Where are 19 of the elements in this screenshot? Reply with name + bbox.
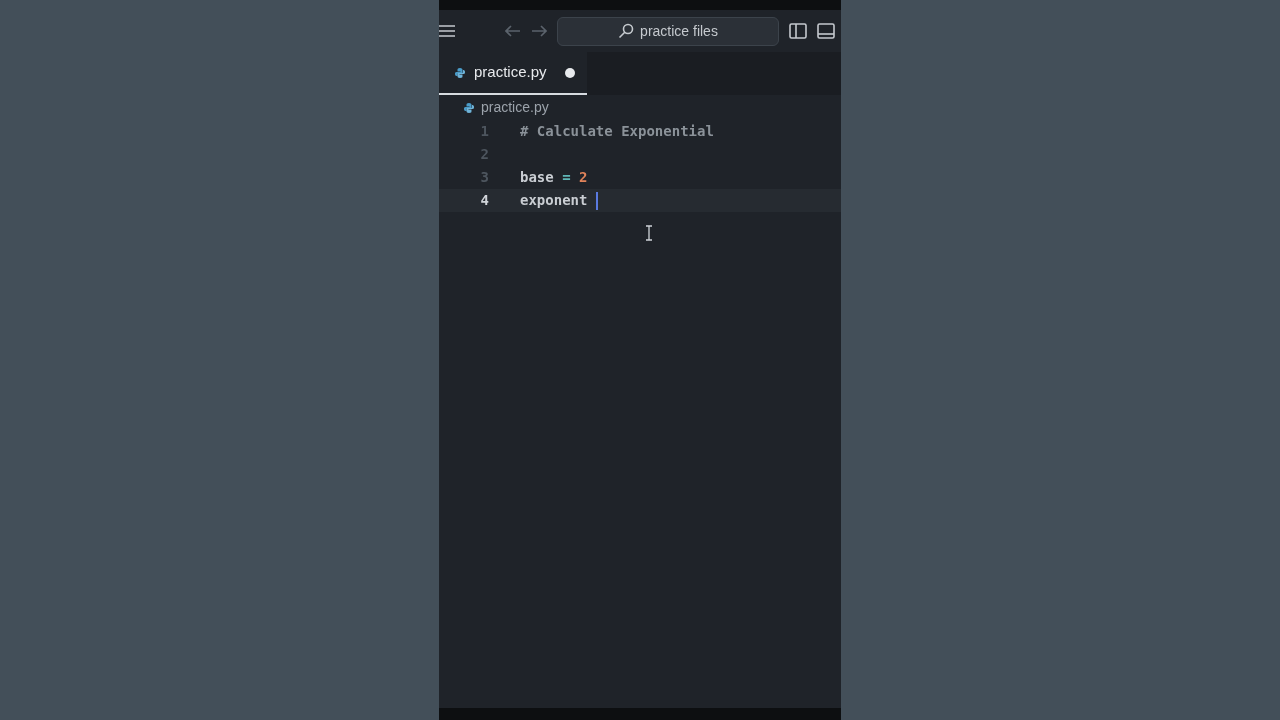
python-icon <box>454 66 466 79</box>
panel-toggle-icon[interactable] <box>817 23 835 39</box>
code-identifier: exponent <box>520 191 589 210</box>
line-number: 4 <box>479 191 489 210</box>
code-operator: = <box>561 168 572 187</box>
text-cursor-icon <box>645 224 653 241</box>
sidebar-toggle-icon[interactable] <box>789 23 807 39</box>
menu-icon[interactable] <box>439 25 455 37</box>
breadcrumb-file[interactable]: practice.py <box>481 97 549 118</box>
editor-tab[interactable]: practice.py <box>439 52 587 95</box>
text-cursor <box>595 191 598 210</box>
code-comment: # Calculate Exponential <box>520 122 714 141</box>
code-identifier: base <box>520 168 554 187</box>
forward-arrow-icon[interactable] <box>531 25 547 37</box>
code-number: 2 <box>579 168 588 187</box>
search-icon <box>618 23 635 39</box>
back-arrow-icon[interactable] <box>505 25 521 37</box>
python-icon <box>463 101 475 114</box>
search-field[interactable]: practice files <box>557 16 779 46</box>
